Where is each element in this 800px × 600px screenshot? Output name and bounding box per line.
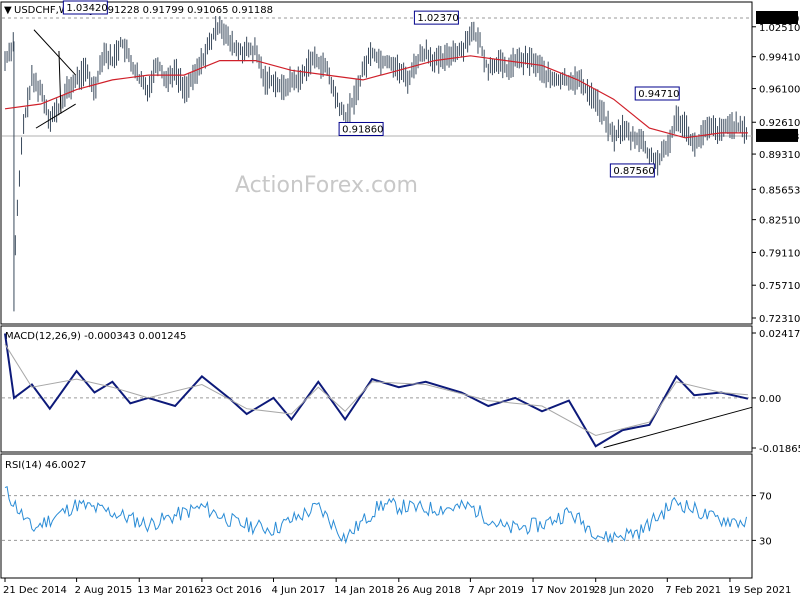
x-tick-label: 13 Mar 2016 [137,585,200,596]
price-label: 0.87560 [613,166,654,177]
x-tick-label: 7 Apr 2019 [468,585,523,596]
price-y-tick-label: 0.72310 [759,314,800,325]
x-tick-label: 26 Aug 2018 [397,585,461,596]
macd-line [4,333,749,448]
price-label: 1.03420 [66,3,107,14]
triangle-upper-line [33,29,77,76]
triangle-lower-line [35,103,76,129]
price-label: 1.02370 [417,13,458,24]
price-y-tick-label: 0.79110 [759,248,800,259]
macd-panel-frame [0,325,753,453]
x-tick-label: 23 Oct 2016 [200,585,262,596]
macd-panel: MACD(12,26,9) -0.000343 0.001245 0.024174… [2,329,800,455]
rsi-line [4,485,747,545]
price-panel-frame [0,1,753,325]
x-axis: 21 Dec 2014 2 Aug 2015 13 Mar 2016 23 Oct 2… [3,578,791,596]
current-price-label: 0.91188 [758,132,799,143]
rsi-panel: RSI(14) 46.0027 70 30 [2,460,772,547]
rsi-y-tick-label: 70 [759,492,772,503]
price-y-tick-label: 0.92610 [759,118,800,129]
macd-y-tick-label: 0.024174 [759,329,800,340]
price-label: 0.94710 [638,89,679,100]
x-tick-label: 21 Dec 2014 [3,585,67,596]
x-tick-label: 4 Jun 2017 [272,585,326,596]
macd-title: MACD(12,26,9) -0.000343 0.001245 [5,331,186,342]
macd-signal-line [4,343,748,437]
symbol-menu-icon[interactable]: ▼ [4,5,12,16]
x-tick-label: 28 Jun 2020 [594,585,654,596]
price-y-tick-label: 0.99410 [759,53,800,64]
x-tick-label: 7 Feb 2021 [665,585,721,596]
macd-y-tick-label: -0.018653 [759,444,800,455]
rsi-y-tick-label: 30 [759,536,772,547]
x-tick-label: 2 Aug 2015 [75,585,133,596]
x-tick-label: 17 Nov 2019 [531,585,595,596]
rsi-title: RSI(14) 46.0027 [5,460,86,471]
price-y-tick-label: 0.89310 [759,150,800,161]
price-y-tick-label: 0.75710 [759,281,800,292]
price-panel: 1.025100.994100.961000.926100.893100.856… [2,0,800,325]
watermark: ActionForex.com [235,173,418,198]
symbol-header: USDCHF,Weekly 0.91228 0.91799 0.91065 0.… [14,5,273,16]
triangle-left-line [58,50,62,114]
price-y-tick-label: 0.85653 [759,185,800,196]
price-y-tick-label: 0.96100 [759,85,800,96]
price-label: 0.91860 [342,124,383,135]
x-tick-label: 14 Jan 2018 [334,585,394,596]
x-tick-label: 19 Sep 2021 [728,585,791,596]
macd-y-tick-label: 0.00 [759,394,781,405]
resistance-tag-label: 1.03420 [758,14,799,25]
rsi-panel-frame [0,453,753,579]
price-y-tick-label: 0.82510 [759,216,800,227]
chart-canvas: ▼ USDCHF,Weekly 0.91228 0.91799 0.91065 … [0,0,800,596]
